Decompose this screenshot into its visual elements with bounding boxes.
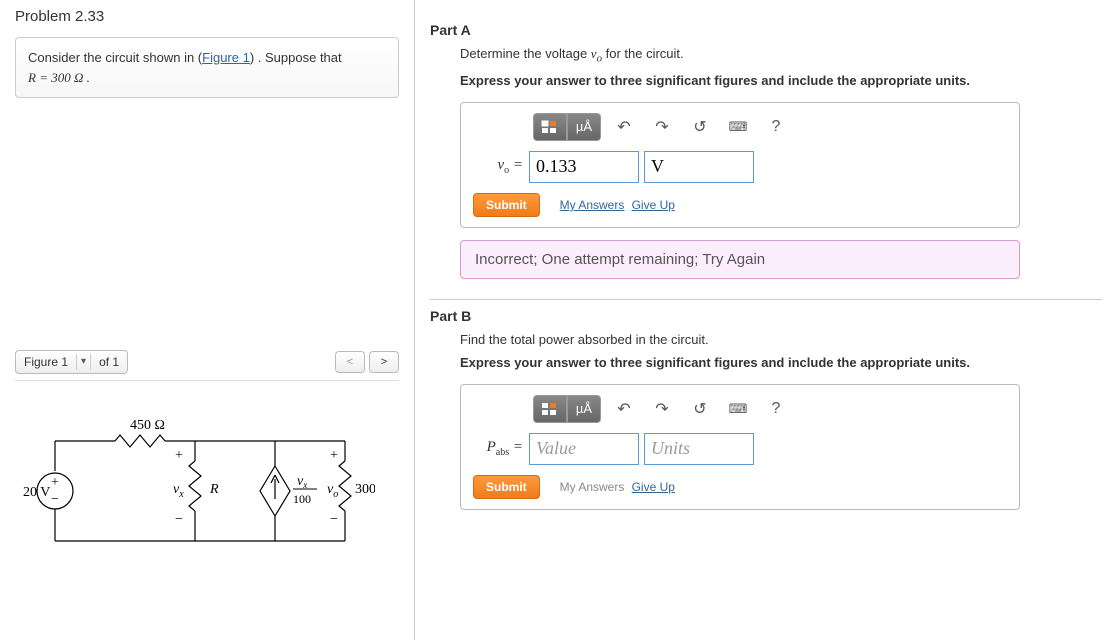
keyboard-icon[interactable]: ⌨ <box>723 395 753 423</box>
part-a-unit-input[interactable] <box>644 151 754 183</box>
circuit-R-label: R <box>209 482 219 497</box>
svg-text:vx: vx <box>297 474 307 490</box>
circuit-vx-plus: + <box>175 448 183 463</box>
undo-icon[interactable]: ↶ <box>609 395 639 423</box>
circuit-vo-sub: o <box>333 489 338 500</box>
figure-selector[interactable]: Figure 1 ▾ of 1 <box>15 350 128 374</box>
part-a-feedback: Incorrect; One attempt remaining; Try Ag… <box>460 240 1020 279</box>
help-icon[interactable]: ? <box>761 113 791 141</box>
part-a-answer-box: µÅ ↶ ↷ ↺ ⌨ ? vo = Submit My Answers Give… <box>460 102 1020 228</box>
part-b-give-up-link[interactable]: Give Up <box>632 480 675 494</box>
keyboard-icon[interactable]: ⌨ <box>723 113 753 141</box>
circuit-r450-label: 450 Ω <box>130 418 165 433</box>
dep-den: 100 <box>293 492 311 506</box>
circuit-vo-minus: − <box>330 512 338 527</box>
figure-prev-button[interactable]: < <box>335 351 365 373</box>
svg-text:vo: vo <box>327 482 338 500</box>
part-a-toolbar: µÅ ↶ ↷ ↺ ⌨ ? <box>533 113 1007 141</box>
circuit-r300-label: 300 Ω <box>355 482 375 497</box>
redo-icon[interactable]: ↷ <box>647 113 677 141</box>
help-icon[interactable]: ? <box>761 395 791 423</box>
r-expression: R = 300 Ω . <box>28 70 90 85</box>
figure-selector-label: Figure 1 <box>16 351 76 373</box>
part-a-prompt-pre: Determine the voltage <box>460 46 591 61</box>
part-a-value-input[interactable] <box>529 151 639 183</box>
reset-icon[interactable]: ↺ <box>685 395 715 423</box>
redo-icon[interactable]: ↷ <box>647 395 677 423</box>
part-a-give-up-link[interactable]: Give Up <box>632 198 675 212</box>
part-b-submit-button[interactable]: Submit <box>473 475 540 499</box>
statement-text-post: ) . Suppose that <box>250 50 342 65</box>
part-a-prompt: Determine the voltage vo for the circuit… <box>460 46 1102 65</box>
figure-toolbar: Figure 1 ▾ of 1 < > <box>15 350 399 374</box>
figure-selector-count: of 1 <box>91 351 127 373</box>
part-b-var-label: Pabs = <box>473 439 523 458</box>
part-b-header: Part B <box>430 299 1102 324</box>
part-a-var-label: vo = <box>473 157 523 176</box>
part-b-unit-input[interactable] <box>644 433 754 465</box>
template-icon[interactable] <box>533 113 567 141</box>
part-b-hint: Express your answer to three significant… <box>460 355 1102 370</box>
circuit-vx-minus: − <box>175 512 183 527</box>
answer-panel: Part A Determine the voltage vo for the … <box>415 0 1117 640</box>
template-icon[interactable] <box>533 395 567 423</box>
circuit-figure: + − 20 V 450 Ω + − vx R vx 100 <box>15 380 399 574</box>
part-a-hint: Express your answer to three significant… <box>460 73 1102 88</box>
part-b-value-input[interactable] <box>529 433 639 465</box>
figure-next-button[interactable]: > <box>369 351 399 373</box>
circuit-source-label: 20 V <box>23 485 50 500</box>
part-a-prompt-post: for the circuit. <box>602 46 684 61</box>
part-b-toolbar: µÅ ↶ ↷ ↺ ⌨ ? <box>533 395 1007 423</box>
part-a-my-answers-link[interactable]: My Answers <box>560 198 625 212</box>
figure-link[interactable]: Figure 1 <box>202 50 250 65</box>
units-icon[interactable]: µÅ <box>567 395 601 423</box>
problem-panel: Problem 2.33 Consider the circuit shown … <box>0 0 415 640</box>
circuit-vx-sub: x <box>178 489 184 500</box>
figure-selector-dropdown-icon[interactable]: ▾ <box>76 354 91 370</box>
units-icon[interactable]: µÅ <box>567 113 601 141</box>
part-b-prompt: Find the total power absorbed in the cir… <box>460 332 1102 347</box>
part-a-submit-button[interactable]: Submit <box>473 193 540 217</box>
reset-icon[interactable]: ↺ <box>685 113 715 141</box>
undo-icon[interactable]: ↶ <box>609 113 639 141</box>
svg-text:−: − <box>51 492 59 507</box>
problem-statement: Consider the circuit shown in (Figure 1)… <box>15 37 399 98</box>
part-b-my-answers-link[interactable]: My Answers <box>560 480 625 494</box>
svg-text:+: + <box>51 475 59 490</box>
part-a-header: Part A <box>430 22 1102 38</box>
part-b-answer-box: µÅ ↶ ↷ ↺ ⌨ ? Pabs = Submit My Answers Gi… <box>460 384 1020 510</box>
svg-text:vx: vx <box>173 482 184 500</box>
problem-title: Problem 2.33 <box>15 8 399 25</box>
statement-text-pre: Consider the circuit shown in ( <box>28 50 202 65</box>
circuit-vo-plus: + <box>330 448 338 463</box>
figure-area: Figure 1 ▾ of 1 < > <box>15 350 399 574</box>
